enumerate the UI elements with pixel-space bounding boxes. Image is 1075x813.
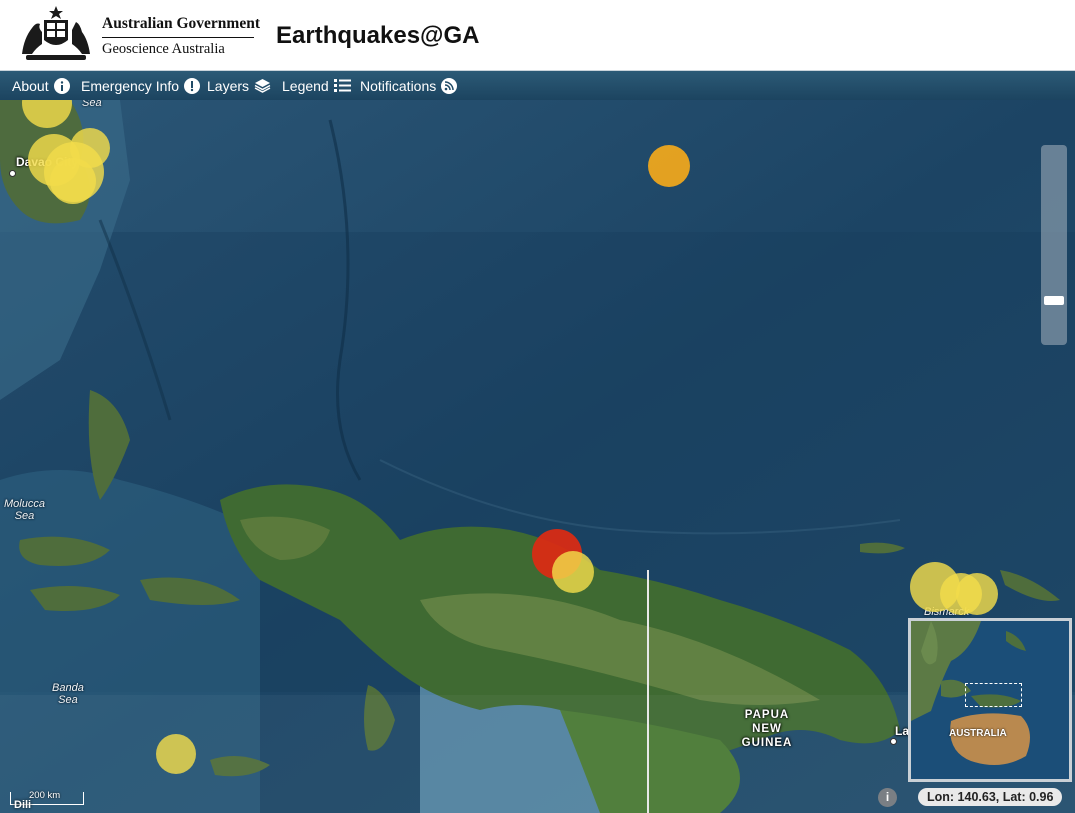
nav-layers[interactable]: Layers bbox=[207, 71, 271, 100]
coordinate-readout: Lon: 140.63, Lat: 0.96 bbox=[918, 788, 1063, 806]
dili-label: Dili bbox=[14, 799, 32, 811]
sea-label-top: Sea bbox=[82, 100, 102, 109]
overview-australia-label: AUSTRALIA bbox=[949, 728, 1007, 739]
nav-about-label: About bbox=[12, 77, 49, 94]
rss-feed-icon bbox=[441, 77, 458, 94]
nav-emergency-info-label: Emergency Info bbox=[81, 77, 180, 94]
nav-layers-label: Layers bbox=[207, 77, 250, 94]
map-info-button[interactable]: i bbox=[878, 788, 897, 807]
nav-emergency-info[interactable]: Emergency Info bbox=[81, 71, 201, 100]
zoom-slider-thumb[interactable] bbox=[1044, 296, 1064, 305]
nav-legend-label: Legend bbox=[282, 77, 329, 94]
davao-city-marker bbox=[9, 170, 16, 177]
layers-stack-icon bbox=[254, 78, 271, 93]
earthquake-marker[interactable] bbox=[956, 573, 998, 615]
list-icon bbox=[333, 78, 351, 93]
coat-of-arms-logo bbox=[14, 4, 98, 64]
zoom-slider[interactable] bbox=[1041, 145, 1067, 345]
earthquake-marker[interactable] bbox=[552, 551, 594, 593]
scale-bar-label: 200 km bbox=[29, 790, 61, 801]
earthquake-marker[interactable] bbox=[50, 158, 96, 204]
molucca-sea-label: Molucca Sea bbox=[4, 498, 45, 522]
app-title: Earthquakes@GA bbox=[276, 22, 480, 49]
earthquake-map[interactable]: Sea Molucca Sea Banda Sea Bismarck Davao… bbox=[0, 100, 1075, 813]
nav-notifications[interactable]: Notifications bbox=[360, 71, 458, 100]
overview-extent-box[interactable] bbox=[965, 683, 1022, 707]
nav-notifications-label: Notifications bbox=[360, 77, 437, 94]
gov-name: Australian Government bbox=[102, 15, 260, 38]
lae-marker bbox=[890, 738, 897, 745]
main-nav: About Emergency Info Layers Legend Notif… bbox=[0, 71, 1075, 100]
nav-legend[interactable]: Legend bbox=[282, 71, 351, 100]
app-header: Australian Government Geoscience Austral… bbox=[0, 0, 1075, 71]
overview-map[interactable]: AUSTRALIA bbox=[908, 618, 1072, 782]
info-circle-icon bbox=[53, 77, 70, 94]
banda-sea-label: Banda Sea bbox=[52, 682, 84, 706]
exclamation-circle-icon bbox=[184, 77, 201, 94]
government-wordmark: Australian Government Geoscience Austral… bbox=[102, 15, 260, 58]
earthquake-marker[interactable] bbox=[156, 734, 196, 774]
country-label-png: PAPUA NEW GUINEA bbox=[741, 709, 793, 749]
earthquake-marker[interactable] bbox=[648, 145, 690, 187]
nav-about[interactable]: About bbox=[12, 71, 70, 100]
agency-name: Geoscience Australia bbox=[102, 41, 225, 57]
